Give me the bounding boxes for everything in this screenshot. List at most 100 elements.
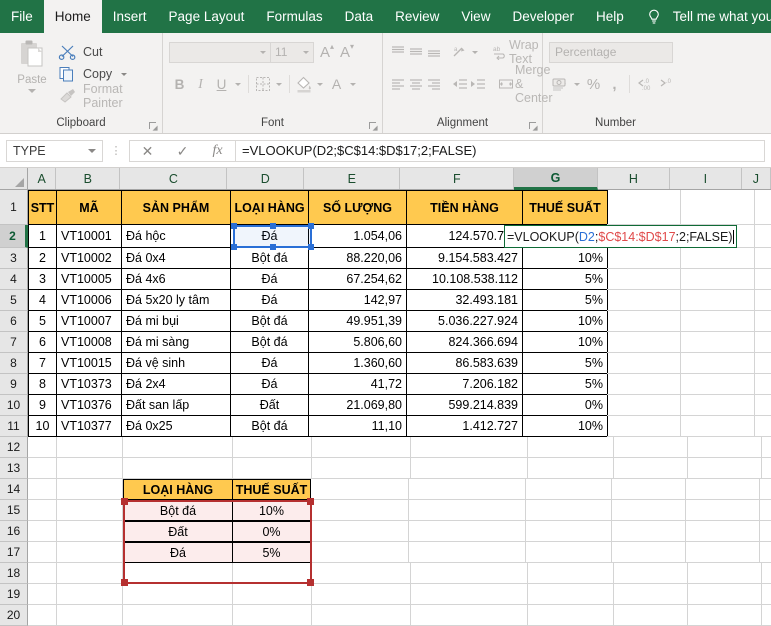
select-all-corner[interactable]	[0, 168, 28, 189]
cell-I11[interactable]	[681, 416, 755, 437]
cell-I17[interactable]	[686, 542, 760, 563]
cell-E10[interactable]: 21.069,80	[308, 395, 407, 416]
cell-J17[interactable]	[760, 542, 771, 563]
align-top-icon[interactable]	[389, 42, 407, 63]
row-header-2[interactable]: 2	[0, 225, 28, 248]
tab-home[interactable]: Home	[44, 0, 102, 33]
cell-E13[interactable]	[312, 458, 411, 479]
decrease-indent-icon[interactable]	[451, 74, 469, 95]
cell-J20[interactable]	[762, 605, 771, 626]
cell-J9[interactable]	[755, 374, 771, 395]
bold-button[interactable]: B	[169, 74, 190, 95]
increase-font-size-button[interactable]: A▴	[320, 45, 334, 60]
cell-E7[interactable]: 5.806,60	[308, 332, 407, 353]
cell-E16[interactable]	[310, 521, 409, 542]
cell-D12[interactable]	[233, 437, 312, 458]
formula-input[interactable]: =VLOOKUP(D2;$C$14:$D$17;2;FALSE)	[236, 140, 765, 162]
cell-G4[interactable]: 5%	[522, 269, 608, 290]
cell-J16[interactable]	[760, 521, 771, 542]
column-header-J[interactable]: J	[742, 168, 771, 189]
cell-C19[interactable]	[123, 584, 233, 605]
cell-J15[interactable]	[760, 500, 771, 521]
cell-I13[interactable]	[688, 458, 762, 479]
cell-B13[interactable]	[57, 458, 123, 479]
tab-formulas[interactable]: Formulas	[255, 0, 333, 33]
cell-J18[interactable]	[762, 563, 771, 584]
tab-developer[interactable]: Developer	[501, 0, 585, 33]
cell-I16[interactable]	[686, 521, 760, 542]
row-header-18[interactable]: 18	[0, 563, 28, 584]
cell-A7[interactable]: 6	[28, 332, 57, 353]
cell-J10[interactable]	[755, 395, 771, 416]
cell-I12[interactable]	[688, 437, 762, 458]
cell-G18[interactable]	[528, 563, 614, 584]
decrease-decimal-icon[interactable]: .0	[656, 74, 678, 95]
cell-J6[interactable]	[755, 311, 771, 332]
cell-F4[interactable]: 10.108.538.112	[406, 269, 523, 290]
cell-H17[interactable]	[612, 542, 686, 563]
cell-G6[interactable]: 10%	[522, 311, 608, 332]
cell-H20[interactable]	[614, 605, 688, 626]
cell-G14[interactable]	[526, 479, 612, 500]
row-header-20[interactable]: 20	[0, 605, 28, 626]
cell-C17[interactable]: Đá	[123, 542, 233, 563]
cell-F11[interactable]: 1.412.727	[406, 416, 523, 437]
cell-A12[interactable]	[28, 437, 57, 458]
column-header-F[interactable]: F	[400, 168, 514, 189]
cell-C10[interactable]: Đất san lấp	[121, 395, 231, 416]
cell-F14[interactable]	[409, 479, 526, 500]
cell-D2[interactable]: Đá	[230, 225, 309, 248]
cell-I8[interactable]	[681, 353, 755, 374]
cell-A6[interactable]: 5	[28, 311, 57, 332]
cell-C20[interactable]	[123, 605, 233, 626]
cell-D7[interactable]: Bột đá	[230, 332, 309, 353]
increase-decimal-icon[interactable]: .0 .00	[634, 74, 656, 95]
cell-A1[interactable]: STT	[28, 190, 57, 225]
cell-A19[interactable]	[28, 584, 57, 605]
cell-C5[interactable]: Đá 5x20 ly tâm	[121, 290, 231, 311]
orientation-caret-icon[interactable]	[472, 51, 478, 54]
cell-J11[interactable]	[755, 416, 771, 437]
cell-C15[interactable]: Bột đá	[123, 500, 233, 521]
column-header-B[interactable]: B	[56, 168, 120, 189]
tell-me-box[interactable]: Tell me what you	[645, 0, 771, 33]
cell-B8[interactable]: VT10015	[56, 353, 122, 374]
alignment-dialog-launcher-icon[interactable]	[529, 122, 538, 131]
number-format-combo[interactable]: Percentage	[549, 42, 673, 63]
cell-F5[interactable]: 32.493.181	[406, 290, 523, 311]
cell-E19[interactable]	[312, 584, 411, 605]
cell-D6[interactable]: Bột đá	[230, 311, 309, 332]
cell-D5[interactable]: Đá	[230, 290, 309, 311]
enter-formula-icon[interactable]: ✓	[168, 141, 198, 161]
font-size-combo[interactable]: 11	[270, 42, 314, 63]
column-header-A[interactable]: A	[28, 168, 56, 189]
row-header-17[interactable]: 17	[0, 542, 28, 563]
cell-B20[interactable]	[57, 605, 123, 626]
cell-F12[interactable]	[411, 437, 528, 458]
cell-editor-g2[interactable]: =VLOOKUP( D2 ; $C$14:$D$17 ;2;FALSE)	[504, 225, 737, 248]
cell-E18[interactable]	[312, 563, 411, 584]
cell-E15[interactable]	[310, 500, 409, 521]
cell-A18[interactable]	[28, 563, 57, 584]
row-header-19[interactable]: 19	[0, 584, 28, 605]
cell-J1[interactable]	[755, 190, 771, 225]
fill-color-icon[interactable]	[294, 74, 314, 94]
wrap-text-button[interactable]: ab Wrap Text	[491, 38, 543, 66]
italic-button[interactable]: I	[190, 74, 211, 95]
font-dialog-launcher-icon[interactable]	[369, 122, 378, 131]
cell-I14[interactable]	[686, 479, 760, 500]
cell-G7[interactable]: 10%	[522, 332, 608, 353]
cell-B17[interactable]	[57, 542, 123, 563]
cell-H1[interactable]	[607, 190, 681, 225]
column-header-E[interactable]: E	[304, 168, 400, 189]
cell-C6[interactable]: Đá mi bụi	[121, 311, 231, 332]
cell-D17[interactable]: 5%	[232, 542, 311, 563]
clipboard-dialog-launcher-icon[interactable]	[149, 122, 158, 131]
cell-F9[interactable]: 7.206.182	[406, 374, 523, 395]
paste-button[interactable]: Paste	[6, 37, 58, 116]
cell-A3[interactable]: 2	[28, 248, 57, 269]
insert-function-icon[interactable]: fx	[203, 141, 233, 161]
cell-A5[interactable]: 4	[28, 290, 57, 311]
cell-C1[interactable]: SẢN PHẨM	[121, 190, 231, 225]
align-left-icon[interactable]	[389, 74, 407, 95]
